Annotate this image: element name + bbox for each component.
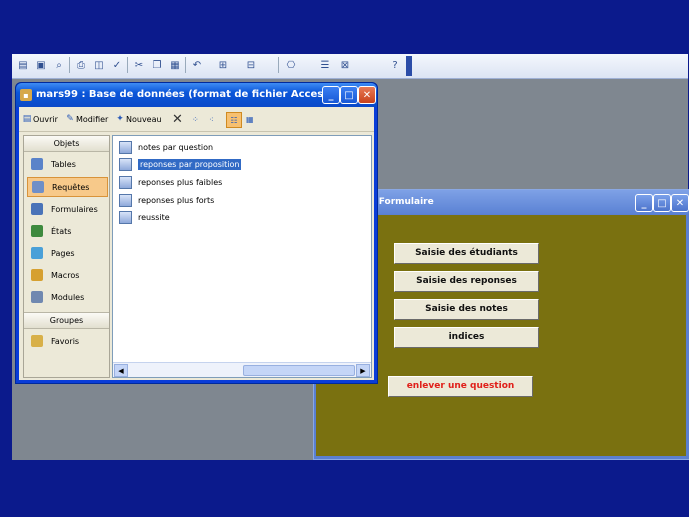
object-nav: Objets Tables Requêtes Formulaires États — [23, 135, 110, 378]
new-object-icon: ✦ — [116, 114, 124, 124]
main-toolbar: ▤ ▣ ⌕ ⎙ ◫ ✓ ✂ ❐ ▦ ↶ ⊞ ⊟ ⎔ ☰ ⊠ ? — [12, 54, 688, 79]
list-item[interactable]: notes par question — [119, 140, 213, 154]
list-item[interactable]: reponses par proposition — [119, 157, 242, 171]
spell-icon[interactable]: ✓ — [110, 58, 124, 72]
nav-label: Tables — [51, 159, 76, 169]
query-icon — [119, 157, 132, 171]
db-content: ▤ Ouvrir ✎ Modifier ✦ Nouveau ✕ ⁘ ⁖ ☷ ▦ … — [19, 107, 374, 380]
close-button[interactable]: ✕ — [358, 86, 376, 104]
enlever-question-button[interactable]: enlever une question — [388, 376, 533, 397]
access-workspace: ▤ ▣ ⌕ ⎙ ◫ ✓ ✂ ❐ ▦ ↶ ⊞ ⊟ ⎔ ☰ ⊠ ? : Formul… — [12, 54, 689, 460]
groups-header: Groupes — [24, 312, 109, 329]
new-icon[interactable]: ▤ — [16, 58, 30, 72]
nav-label: Formulaires — [51, 204, 98, 214]
nav-favorites[interactable]: Favoris — [27, 332, 106, 350]
design-icon: ✎ — [66, 114, 74, 124]
indices-button[interactable]: indices — [394, 327, 539, 348]
search-icon[interactable]: ⌕ — [52, 58, 66, 72]
db-title: mars99 : Base de données (format de fich… — [36, 89, 366, 100]
nav-pages[interactable]: Pages — [27, 244, 106, 262]
query-icon — [119, 193, 132, 207]
favorites-icon — [31, 335, 43, 347]
properties-icon-2[interactable]: ⊠ — [338, 58, 352, 72]
nav-label: Requêtes — [52, 182, 90, 192]
analyze-icon[interactable]: ⊟ — [244, 58, 258, 72]
relationships-icon[interactable]: ⎔ — [284, 58, 298, 72]
list-item[interactable]: reponses plus faibles — [119, 175, 222, 189]
db-toolbar: ▤ Ouvrir ✎ Modifier ✦ Nouveau ✕ ⁘ ⁖ ☷ ▦ — [19, 107, 374, 132]
nav-tables[interactable]: Tables — [27, 155, 106, 173]
nav-queries[interactable]: Requêtes — [27, 177, 108, 197]
table-icon — [31, 158, 43, 170]
minimize-button[interactable]: _ — [635, 194, 653, 212]
list-item[interactable]: reponses plus forts — [119, 193, 214, 207]
saisie-notes-button[interactable]: Saisie des notes — [394, 299, 539, 320]
large-icons-icon[interactable]: ⁘ — [192, 112, 199, 126]
undo-icon[interactable]: ↶ — [190, 58, 204, 72]
copy-icon[interactable]: ❐ — [150, 58, 164, 72]
help-icon[interactable]: ? — [388, 58, 402, 72]
list-item-label: reussite — [138, 212, 170, 222]
nav-forms[interactable]: Formulaires — [27, 200, 106, 218]
nav-label: Macros — [51, 270, 80, 280]
details-view-icon[interactable]: ▦ — [246, 112, 254, 126]
scroll-left-icon[interactable]: ◀ — [114, 364, 128, 377]
query-list: notes par question reponses par proposit… — [112, 135, 372, 378]
maximize-button[interactable]: □ — [340, 86, 358, 104]
nav-label: États — [51, 226, 72, 236]
query-icon — [119, 140, 132, 154]
horizontal-scrollbar[interactable]: ◀ ▶ — [113, 362, 371, 377]
query-icon — [119, 175, 132, 189]
link-icon[interactable]: ⊞ — [216, 58, 230, 72]
preview-icon[interactable]: ◫ — [92, 58, 106, 72]
query-icon — [32, 181, 44, 193]
properties-icon[interactable]: ☰ — [318, 58, 332, 72]
query-icon — [119, 210, 132, 224]
scroll-thumb[interactable] — [243, 365, 355, 376]
nav-macros[interactable]: Macros — [27, 266, 106, 284]
toolbar-handle[interactable] — [406, 56, 412, 76]
nav-modules[interactable]: Modules — [27, 288, 106, 306]
print-icon[interactable]: ⎙ — [74, 58, 88, 72]
nav-label: Favoris — [51, 336, 80, 346]
modify-button[interactable]: ✎ Modifier — [65, 112, 108, 126]
database-icon: ▪ — [20, 89, 32, 101]
saisie-etudiants-button[interactable]: Saisie des étudiants — [394, 243, 539, 264]
new-label: Nouveau — [126, 114, 162, 124]
close-button[interactable]: ✕ — [671, 194, 689, 212]
open-icon: ▤ — [22, 114, 32, 124]
report-icon — [31, 225, 43, 237]
maximize-button[interactable]: □ — [653, 194, 671, 212]
minimize-button[interactable]: _ — [322, 86, 340, 104]
modify-label: Modifier — [76, 114, 109, 124]
form-title: : Formulaire — [372, 197, 434, 207]
list-item-label: notes par question — [138, 142, 214, 152]
nav-reports[interactable]: États — [27, 222, 106, 240]
objects-header: Objets — [24, 136, 109, 152]
list-item-label: reponses plus forts — [138, 195, 215, 205]
form-icon — [31, 203, 43, 215]
module-icon — [31, 291, 43, 303]
database-window: ▪ mars99 : Base de données (format de fi… — [15, 82, 378, 384]
db-titlebar[interactable]: ▪ mars99 : Base de données (format de fi… — [16, 83, 377, 107]
nav-label: Modules — [51, 292, 85, 302]
save-icon[interactable]: ▣ — [34, 58, 48, 72]
scroll-right-icon[interactable]: ▶ — [356, 364, 370, 377]
list-item-label: reponses plus faibles — [138, 177, 223, 187]
macro-icon — [31, 269, 43, 281]
nav-label: Pages — [51, 248, 75, 258]
small-icons-icon[interactable]: ⁖ — [209, 112, 214, 126]
paste-icon[interactable]: ▦ — [168, 58, 182, 72]
saisie-reponses-button[interactable]: Saisie des reponses — [394, 271, 539, 292]
list-item-label: reponses par proposition — [138, 158, 242, 170]
delete-icon[interactable]: ✕ — [172, 112, 183, 127]
list-item[interactable]: reussite — [119, 210, 170, 224]
open-label: Ouvrir — [33, 114, 58, 124]
list-view-icon[interactable]: ☷ — [226, 112, 242, 128]
page-icon — [31, 247, 43, 259]
open-button[interactable]: ▤ Ouvrir — [22, 112, 58, 126]
new-button[interactable]: ✦ Nouveau — [115, 112, 162, 126]
cut-icon[interactable]: ✂ — [132, 58, 146, 72]
